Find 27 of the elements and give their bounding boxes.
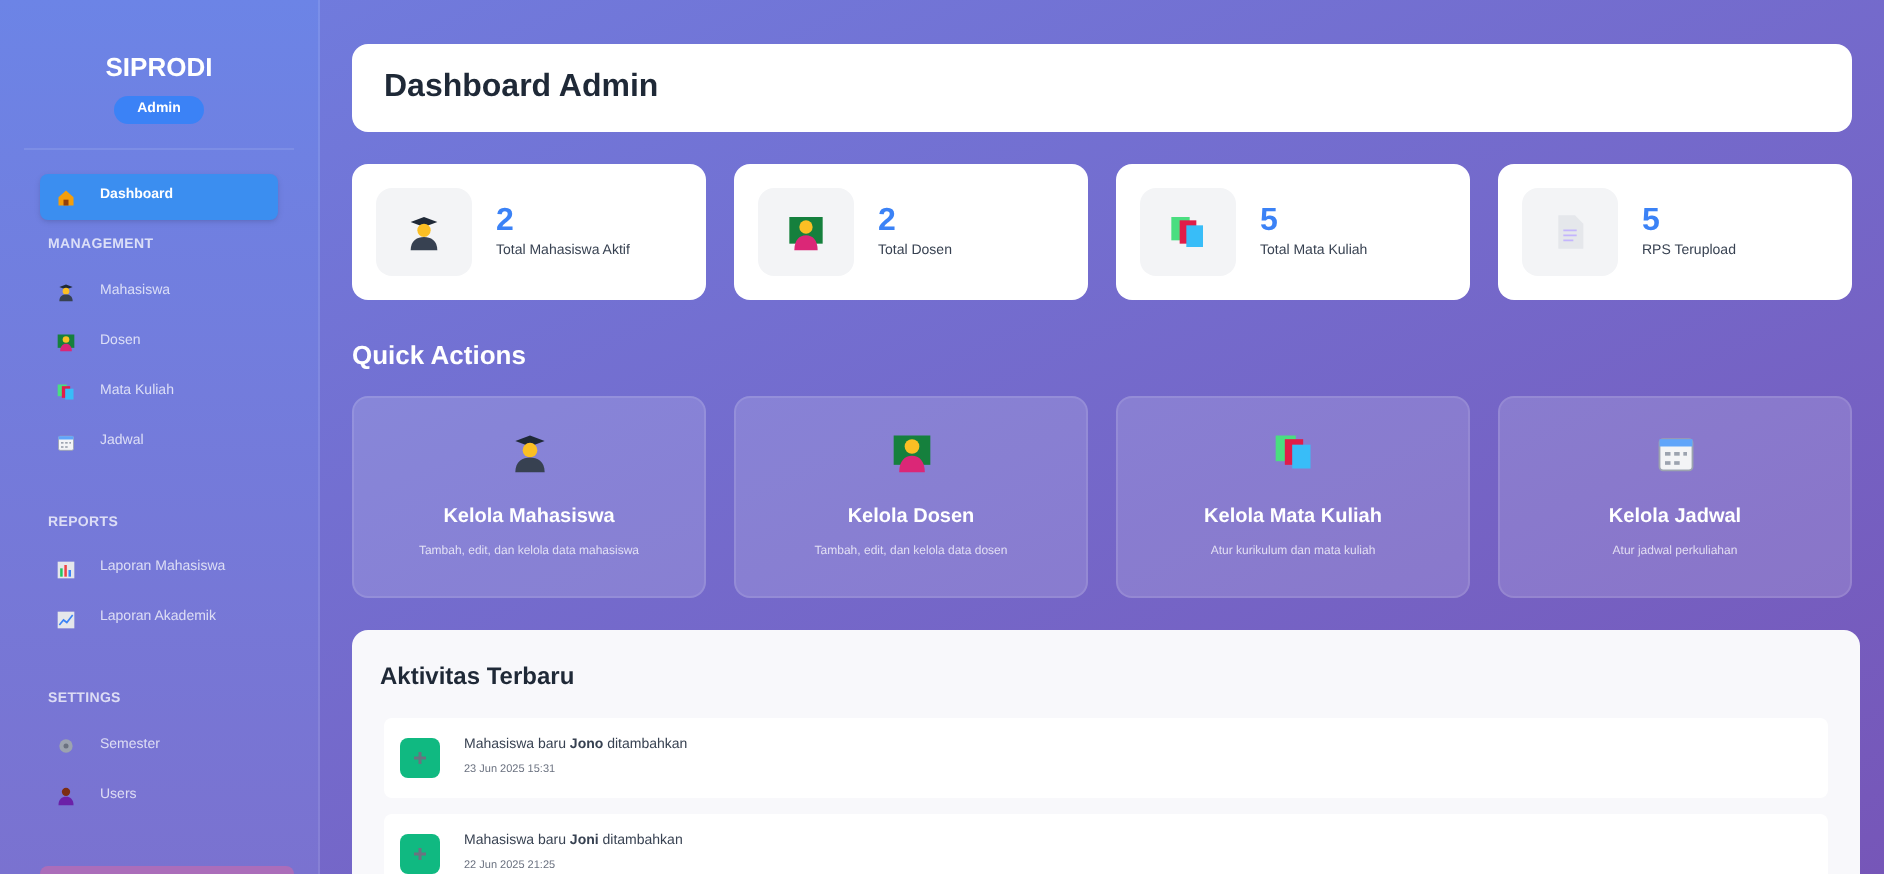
line-chart-icon (56, 609, 76, 629)
stat-value: 2 (878, 201, 898, 242)
action-title: Kelola Mata Kuliah (1204, 504, 1382, 532)
plus-icon (400, 833, 440, 873)
teacher-icon (889, 430, 933, 474)
books-icon (1271, 430, 1315, 474)
books-icon (1168, 212, 1208, 252)
house-icon (56, 187, 76, 207)
teacher-icon (786, 212, 826, 252)
section-title: Quick Actions (352, 338, 528, 374)
settings-icon (56, 736, 76, 756)
graduate-icon (56, 282, 76, 302)
stat-value: 5 (1260, 201, 1280, 242)
action-title: Kelola Dosen (847, 504, 975, 532)
action-title: Kelola Mahasiswa (443, 504, 615, 532)
brand-title: SIPRODI (105, 50, 213, 86)
bar-chart-icon (56, 559, 76, 579)
calendar-icon (56, 432, 76, 452)
card-title: Aktivitas Terbaru (380, 659, 577, 693)
stat-value: 2 (496, 201, 516, 242)
stat-value: 5 (1642, 201, 1662, 242)
plus-icon (400, 737, 440, 777)
teacher-icon (56, 332, 76, 352)
page-title: Dashboard Admin (384, 68, 659, 108)
user-icon (56, 786, 76, 806)
action-title: Kelola Jadwal (1608, 504, 1742, 532)
books-icon (56, 382, 76, 402)
